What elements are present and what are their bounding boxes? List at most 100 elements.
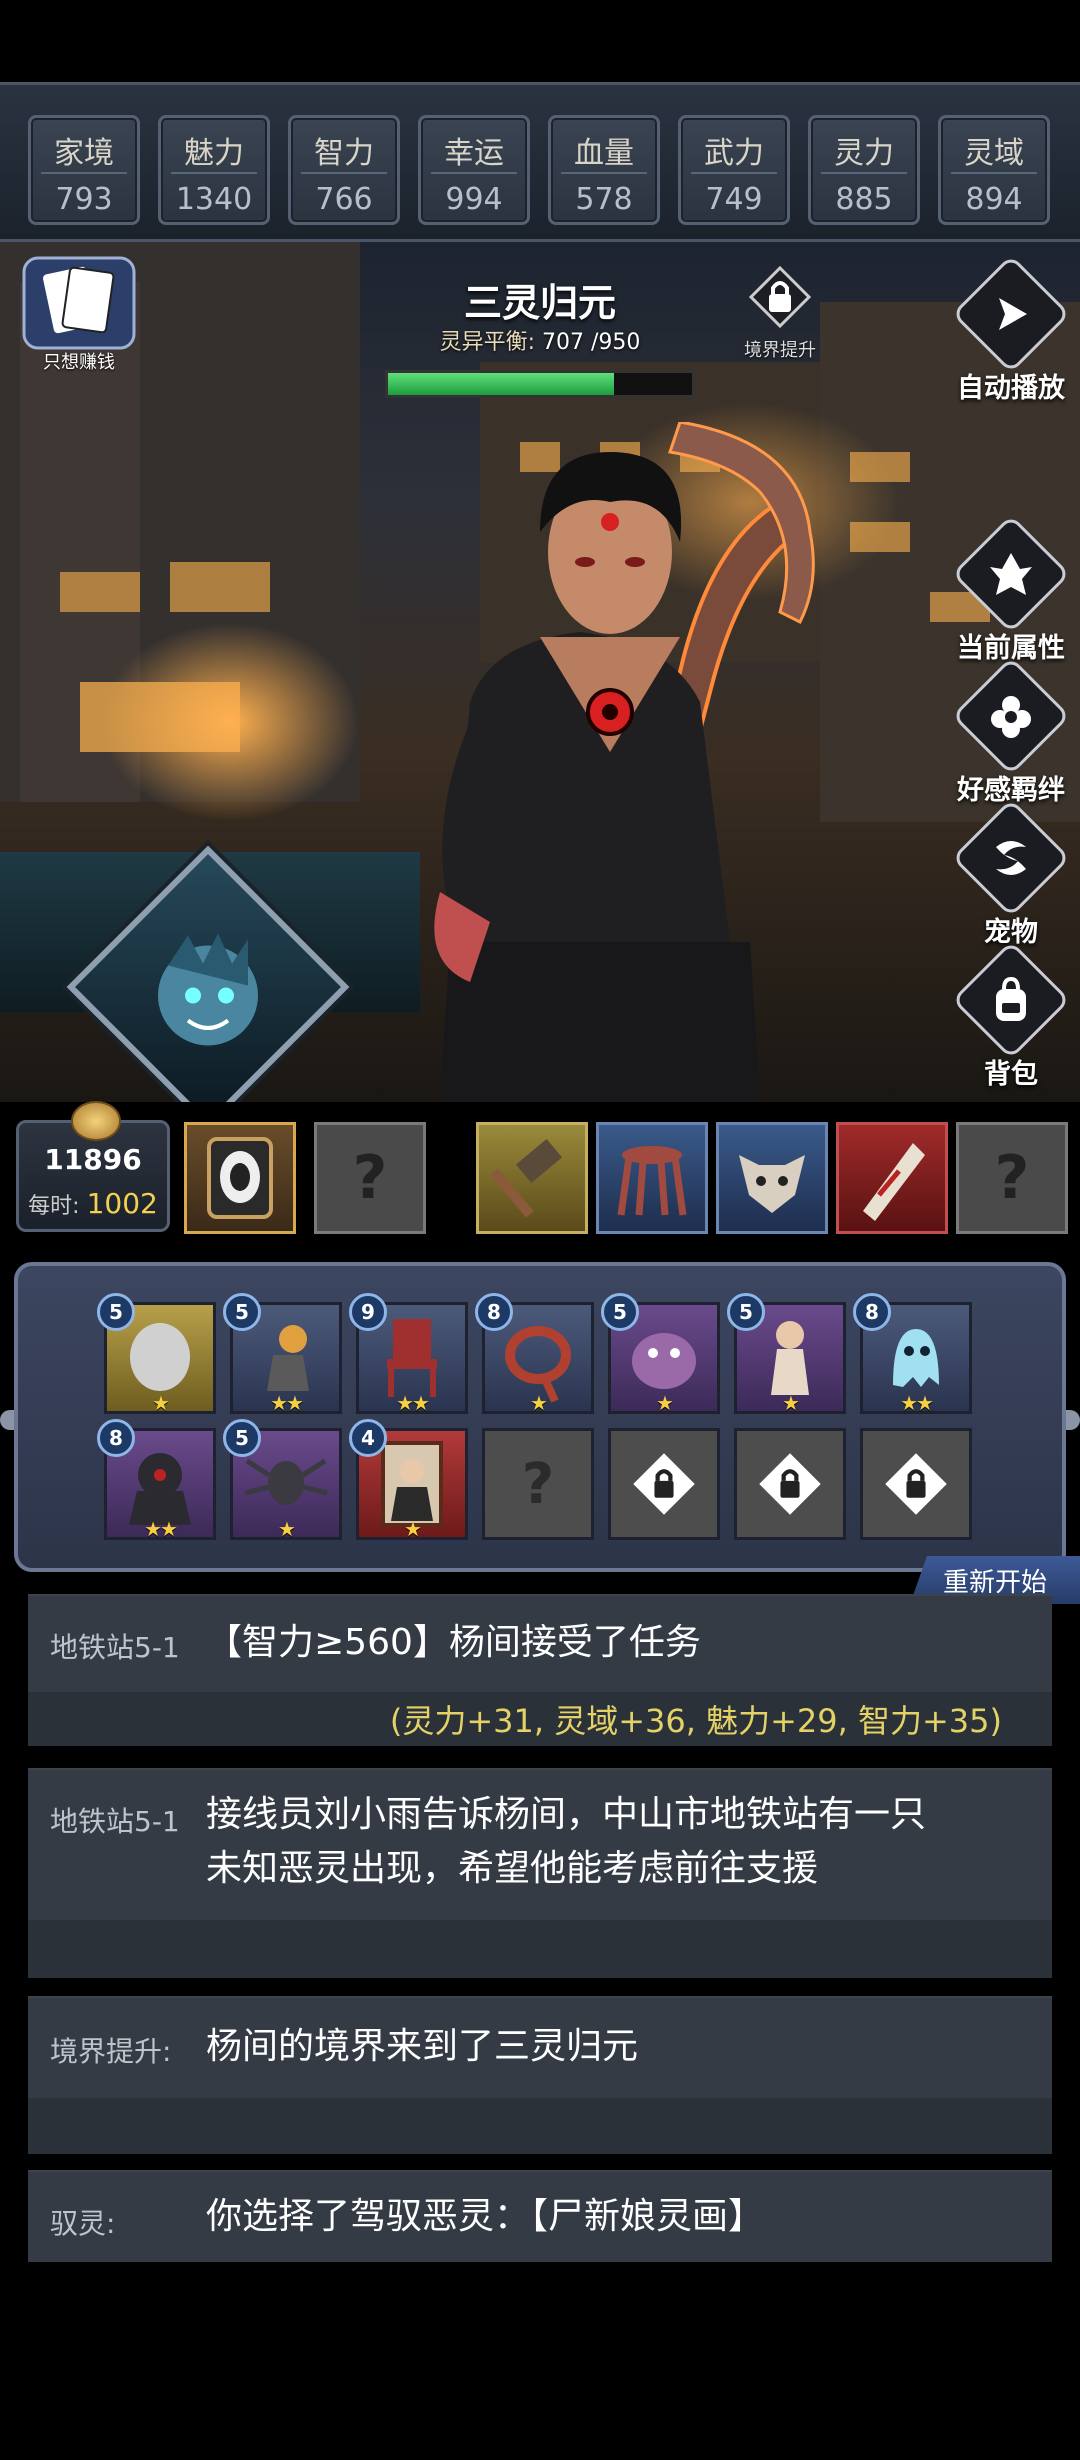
- stool-icon: [617, 1146, 687, 1216]
- realm-up-label: 境界提升: [744, 340, 816, 361]
- equip-slot-mirror[interactable]: [184, 1122, 296, 1234]
- stats-bar: 家境 793 魅力 1340 智力 766 幸运 994 血量 578 武力 7…: [0, 82, 1080, 242]
- bag-button[interactable]: 背包: [951, 940, 1071, 1091]
- stat-value: 766: [315, 182, 373, 217]
- equip-slot-mask[interactable]: [716, 1122, 828, 1234]
- scroll-icon: [863, 1143, 925, 1221]
- stat-value: 578: [575, 182, 633, 217]
- cards-icon: [22, 256, 136, 350]
- ghost-card-empty[interactable]: ?: [482, 1428, 594, 1540]
- log-text-line1: 接线员刘小雨告诉杨间，中山市地铁站有一只: [206, 1794, 927, 1835]
- spirit-balance-current: 707: [542, 330, 584, 355]
- unknown-icon: ?: [994, 1143, 1030, 1213]
- lock-icon: [885, 1453, 947, 1515]
- star-rating: ★: [656, 1391, 674, 1415]
- unknown-icon: ?: [352, 1143, 388, 1213]
- stat-meili: 魅力 1340: [158, 115, 270, 225]
- stat-wuli: 武力 749: [678, 115, 790, 225]
- stat-xingyun: 幸运 994: [418, 115, 530, 225]
- stat-xueliang: 血量 578: [548, 115, 660, 225]
- spirit-balance-bar: [385, 370, 695, 398]
- ghost-card-locked[interactable]: [608, 1428, 720, 1540]
- lock-icon: [748, 265, 812, 329]
- log-tag: 境界提升:: [50, 2035, 172, 2068]
- equip-slot-paper[interactable]: [836, 1122, 948, 1234]
- pet-button[interactable]: 宠物: [951, 798, 1071, 949]
- log-tag: 驭灵:: [50, 2207, 116, 2240]
- stat-value: 994: [445, 182, 503, 217]
- log-entry-realm: 境界提升: 杨间的境界来到了三灵归元: [28, 1996, 1052, 2154]
- log-entry-spirit: 驭灵: 你选择了驾驭恶灵：【尸新娘灵画】: [28, 2170, 1052, 2262]
- stat-value: 793: [55, 182, 113, 217]
- realm-title: 三灵归元: [463, 281, 616, 325]
- ghost-card-spirit[interactable]: 8 ★★: [853, 1293, 972, 1415]
- stat-label: 血量: [574, 136, 634, 171]
- level-badge: 5: [97, 1293, 135, 1331]
- ghost-card-rider[interactable]: 5 ★★: [223, 1293, 342, 1415]
- ghost-card-monster[interactable]: 5 ★: [601, 1293, 720, 1415]
- log-text: 杨间的境界来到了三灵归元: [206, 2026, 639, 2067]
- play-icon: [999, 298, 1027, 330]
- pet-creature-icon: [158, 933, 258, 1046]
- log-tag: 地铁站5-1: [50, 1805, 180, 1838]
- ghost-card-bride[interactable]: 4 ★: [349, 1419, 468, 1541]
- level-badge: 5: [601, 1293, 639, 1331]
- flower-icon: [991, 696, 1031, 738]
- hero-character: [434, 422, 815, 1102]
- level-badge: 4: [349, 1419, 387, 1457]
- stat-lingli: 灵力 885: [808, 115, 920, 225]
- ghost-card-doll[interactable]: 5 ★: [727, 1293, 846, 1415]
- equip-slot-empty[interactable]: ?: [314, 1122, 426, 1234]
- ghost-card-locked[interactable]: [734, 1428, 846, 1540]
- ghost-card-shadow[interactable]: 8 ★★: [97, 1419, 216, 1541]
- money-card-button[interactable]: 只想赚钱: [18, 252, 140, 374]
- coin-rate-label: 每时:: [28, 1194, 80, 1219]
- stat-label: 家境: [54, 136, 114, 171]
- star-rating: ★: [278, 1517, 296, 1541]
- autoplay-button[interactable]: 自动播放: [951, 254, 1071, 405]
- stat-lingyu: 灵域 894: [938, 115, 1050, 225]
- stat-label: 武力: [704, 136, 764, 171]
- stat-jiajing: 家境 793: [28, 115, 140, 225]
- level-badge: 8: [475, 1293, 513, 1331]
- ghost-card-rope[interactable]: 8 ★: [475, 1293, 594, 1415]
- stat-label: 魅力: [184, 136, 244, 171]
- equip-slot-empty[interactable]: ?: [956, 1122, 1068, 1234]
- equip-slot-stool[interactable]: [596, 1122, 708, 1234]
- attributes-label: 当前属性: [957, 633, 1065, 664]
- attributes-button[interactable]: 当前属性: [951, 514, 1071, 665]
- level-badge: 8: [97, 1419, 135, 1457]
- log-tag: 地铁站5-1: [50, 1631, 180, 1664]
- fox-mask-icon: [739, 1155, 805, 1213]
- level-badge: 5: [727, 1293, 765, 1331]
- lock-icon: [633, 1453, 695, 1515]
- realm-up-button[interactable]: 境界提升: [740, 264, 820, 362]
- stat-label: 智力: [314, 136, 374, 171]
- star-rating: ★★: [900, 1391, 934, 1415]
- ghost-card-spider[interactable]: 5 ★: [223, 1419, 342, 1541]
- spirit-balance-fill: [388, 373, 615, 395]
- affinity-label: 好感羁绊: [957, 775, 1065, 806]
- ghost-card-locked[interactable]: [860, 1428, 972, 1540]
- equip-slot-hammer[interactable]: [476, 1122, 588, 1234]
- unknown-icon: ?: [521, 1451, 555, 1517]
- log-entry-call: 地铁站5-1 接线员刘小雨告诉杨间，中山市地铁站有一只 未知恶灵出现，希望他能考…: [28, 1768, 1052, 1978]
- coin-rate-value: 1002: [86, 1187, 158, 1220]
- log-bonus: (灵力+31, 灵域+36, 魅力+29, 智力+35): [389, 1702, 1002, 1740]
- stat-value: 894: [965, 182, 1023, 217]
- level-badge: 9: [349, 1293, 387, 1331]
- ghost-card-chair[interactable]: 9 ★★: [349, 1293, 468, 1415]
- star-rating: ★: [530, 1391, 548, 1415]
- ghost-card-stone[interactable]: 5 ★: [97, 1293, 216, 1415]
- stat-label: 灵力: [834, 136, 894, 171]
- stat-value: 749: [705, 182, 763, 217]
- coin-total: 11896: [44, 1143, 142, 1176]
- crest-icon: [990, 553, 1032, 595]
- star-rating: ★★: [144, 1517, 178, 1541]
- bag-label: 背包: [984, 1059, 1038, 1090]
- affinity-button[interactable]: 好感羁绊: [951, 656, 1071, 807]
- mirror-icon: [207, 1137, 273, 1219]
- star-rating: ★: [404, 1517, 422, 1541]
- stat-label: 灵域: [964, 136, 1024, 171]
- autoplay-label: 自动播放: [957, 373, 1065, 404]
